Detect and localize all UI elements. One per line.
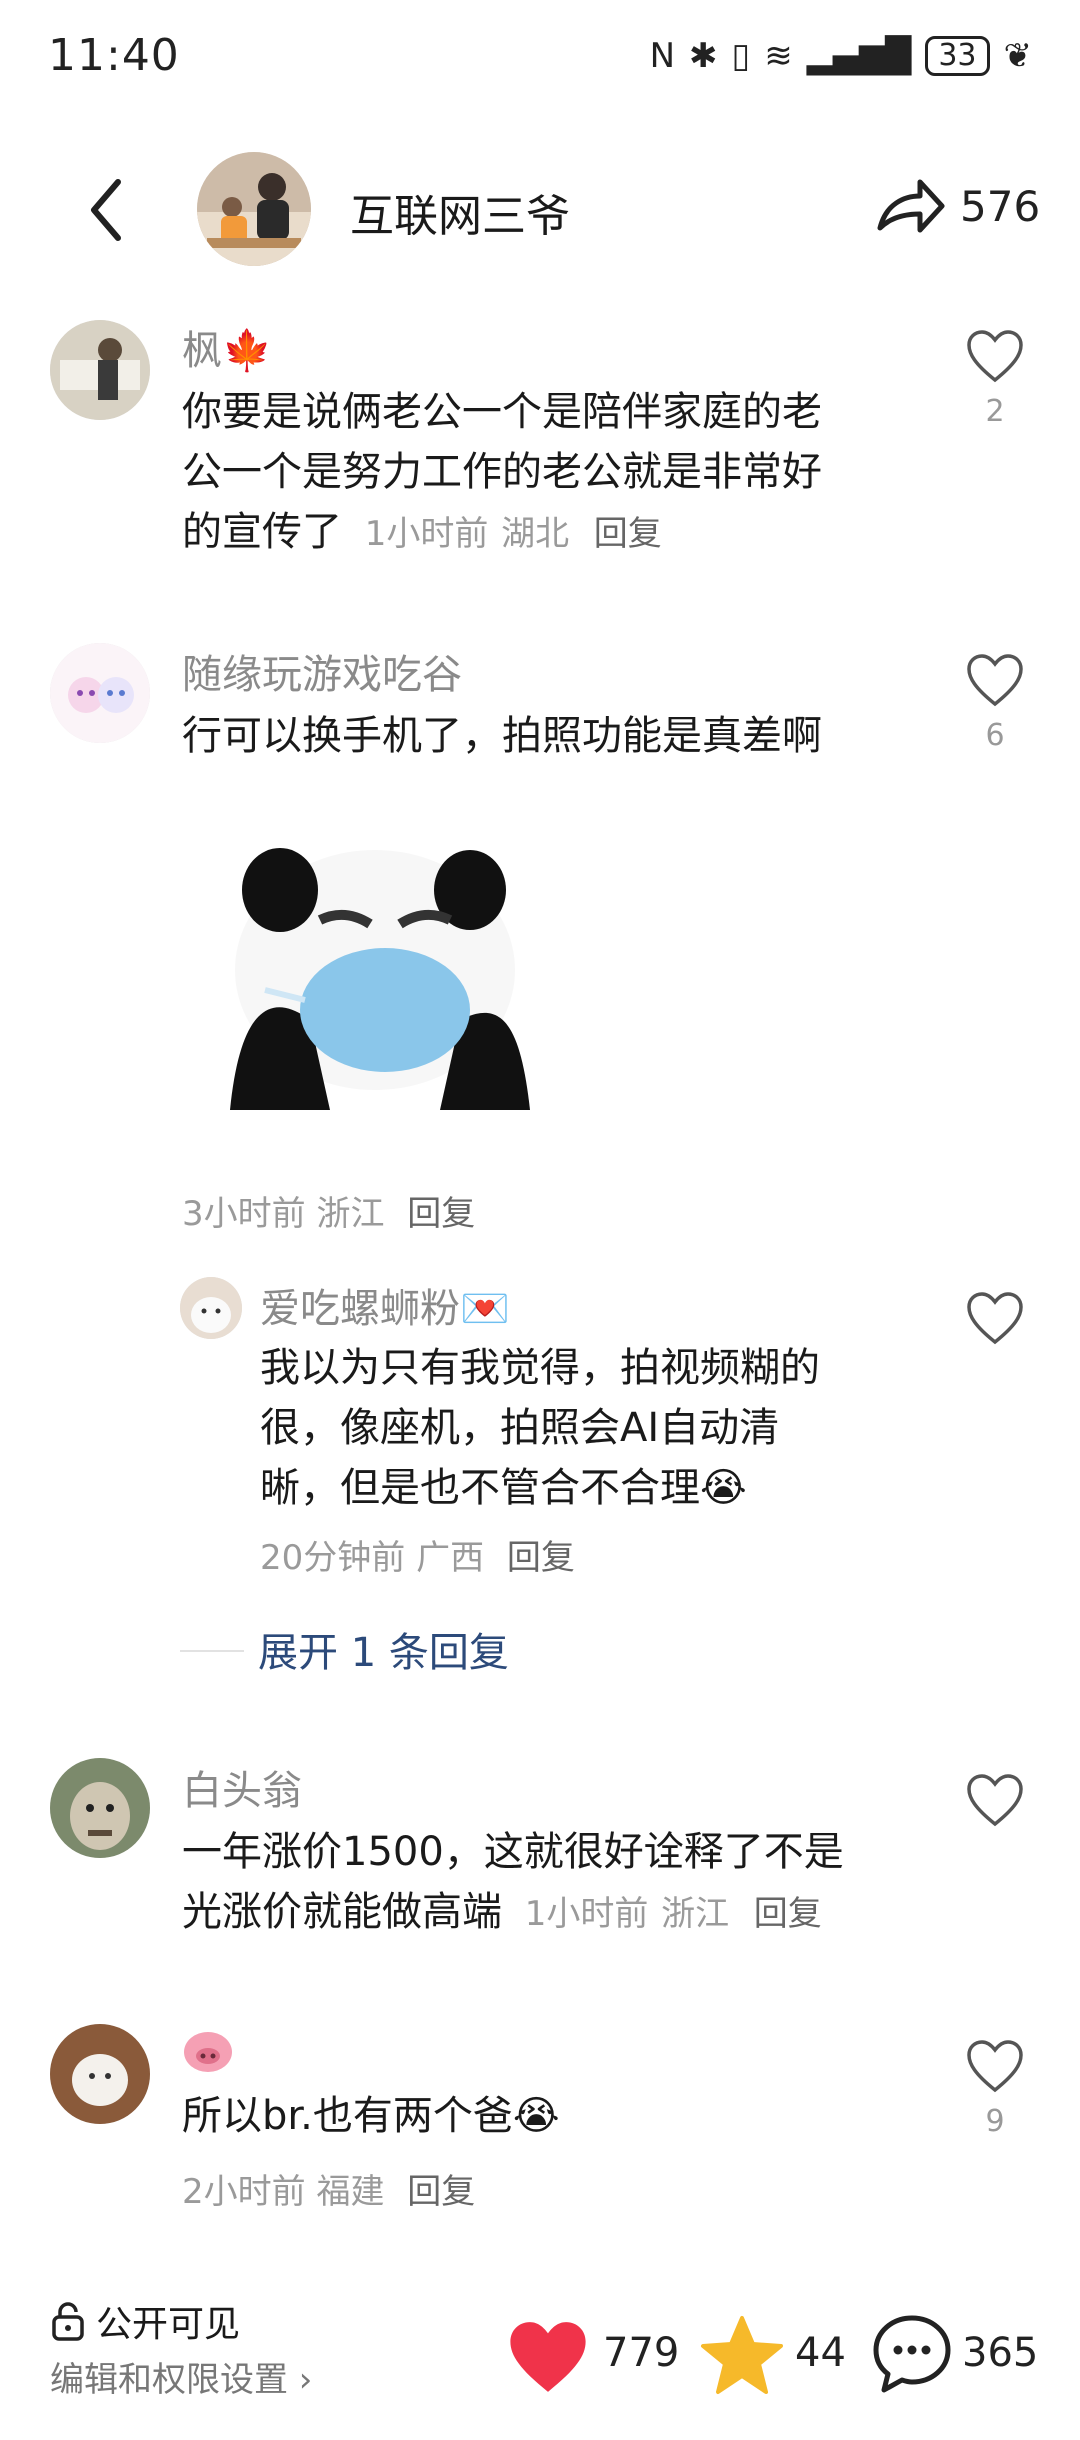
heart-outline-icon [967,1774,1023,1827]
comment-meta: 3小时前 浙江 回复 [182,1186,475,1235]
share-count: 576 [960,182,1041,231]
comment-count: 365 [962,2330,1039,2376]
reply-username[interactable]: 爱吃螺蛳粉💌 [260,1276,510,1334]
edit-permissions-link[interactable]: 编辑和权限设置 › [50,2352,312,2401]
comment-text[interactable]: 行可以换手机了，拍照功能是真差啊 [182,706,822,766]
comment-location: 湖北 [501,514,570,554]
comment-button[interactable] [870,2312,954,2400]
back-button[interactable] [78,170,138,250]
commenter-avatar[interactable] [50,1758,150,1858]
replier-avatar[interactable] [180,1277,242,1339]
like-button[interactable] [960,1772,1030,1832]
like-count: 6 [985,718,1005,753]
status-icons: N ✱ ▯ ≋ ▂▄▆█ 33 ❦ [650,36,1032,76]
comment-text[interactable]: 一年涨价1500，这就很好诠释了不是 光涨价就能做高端 1小时前 浙江 回复 [182,1822,844,1944]
comment-location: 浙江 [316,1194,385,1234]
panda-sticker-image[interactable] [200,820,560,1120]
back-icon [91,179,121,241]
reply-button[interactable]: 回复 [407,1194,475,1234]
visibility-label: 公开可见 [96,2304,241,2345]
reply-button[interactable]: 回复 [407,2172,475,2212]
comment-username[interactable]: 随缘玩游戏吃谷 [182,642,462,700]
share-icon [877,179,945,233]
like-post-button[interactable] [505,2318,591,2400]
reply-time: 20分钟前 [260,1538,406,1578]
favorite-button[interactable] [700,2314,784,2400]
comment-time: 3小时前 [182,1194,306,1234]
comment-location: 福建 [316,2172,385,2212]
signal-icon: ▂▄▆█ [806,36,912,76]
reply-button[interactable]: 回复 [594,514,662,554]
like-button[interactable]: 2 [960,328,1030,429]
comment-username[interactable]: 枫🍁 [182,318,272,376]
commenter-avatar[interactable] [50,2024,150,2124]
reply-meta: 20分钟前 广西 回复 [260,1530,575,1579]
heart-outline-icon [967,330,1023,383]
commenter-avatar[interactable] [50,320,150,420]
lock-icon [52,2302,84,2341]
visibility-status[interactable]: 公开可见 [50,2295,240,2347]
comment-time: 1小时前 [364,514,489,554]
like-button[interactable]: 6 [960,652,1030,753]
comment-icon [873,2315,951,2393]
crying-emoji-icon: 😭 [512,2093,560,2139]
comment-text[interactable]: 所以br.也有两个爸😭 [182,2086,560,2146]
status-time: 11:40 [48,30,180,81]
comment-location: 浙江 [661,1894,730,1934]
bluetooth-icon: ✱ [689,36,718,76]
crying-emoji-icon: 😭 [700,1465,747,1511]
reply-button[interactable]: 回复 [507,1538,575,1578]
comment-time: 1小时前 [524,1894,649,1934]
heart-outline-icon [967,2040,1023,2093]
like-button[interactable]: 9 [960,2038,1030,2139]
expand-divider [180,1650,244,1652]
reply-location: 广西 [416,1538,485,1578]
leaf-icon: ❦ [1003,36,1033,76]
vibrate-icon: ▯ [731,36,751,76]
like-count: 2 [985,394,1005,429]
comment-meta: 2小时前 福建 回复 [182,2164,475,2213]
author-name[interactable]: 互联网三爷 [350,180,570,244]
favorite-count: 44 [795,2330,846,2376]
commenter-avatar[interactable] [50,643,150,743]
maple-leaf-icon: 🍁 [222,328,272,374]
pig-icon [182,2030,234,2078]
like-count: 9 [985,2104,1005,2139]
envelope-heart-icon: 💌 [460,1286,510,1332]
nfc-icon: N [649,36,675,76]
post-like-count: 779 [603,2330,680,2376]
author-avatar[interactable] [197,152,311,266]
expand-replies-button[interactable]: 展开 1 条回复 [258,1620,509,1678]
comment-text[interactable]: 你要是说俩老公一个是陪伴家庭的老 公一个是努力工作的老公就是非常好 的宣传了 1… [182,382,822,564]
reply-button[interactable]: 回复 [754,1894,822,1934]
like-button[interactable] [960,1290,1030,1350]
wifi-icon: ≋ [764,36,793,76]
star-icon [701,2316,783,2394]
comment-time: 2小时前 [182,2172,306,2212]
heart-filled-icon [510,2322,586,2392]
comment-username[interactable]: 白头翁 [182,1758,302,1816]
heart-outline-icon [967,654,1023,707]
share-button[interactable] [870,168,950,248]
chevron-right-icon: › [288,2360,313,2400]
reply-text[interactable]: 我以为只有我觉得，拍视频糊的 很，像座机，拍照会AI自动清 晰，但是也不管合不合… [260,1338,820,1518]
battery-indicator: 33 [925,36,990,76]
heart-outline-icon [967,1292,1023,1345]
